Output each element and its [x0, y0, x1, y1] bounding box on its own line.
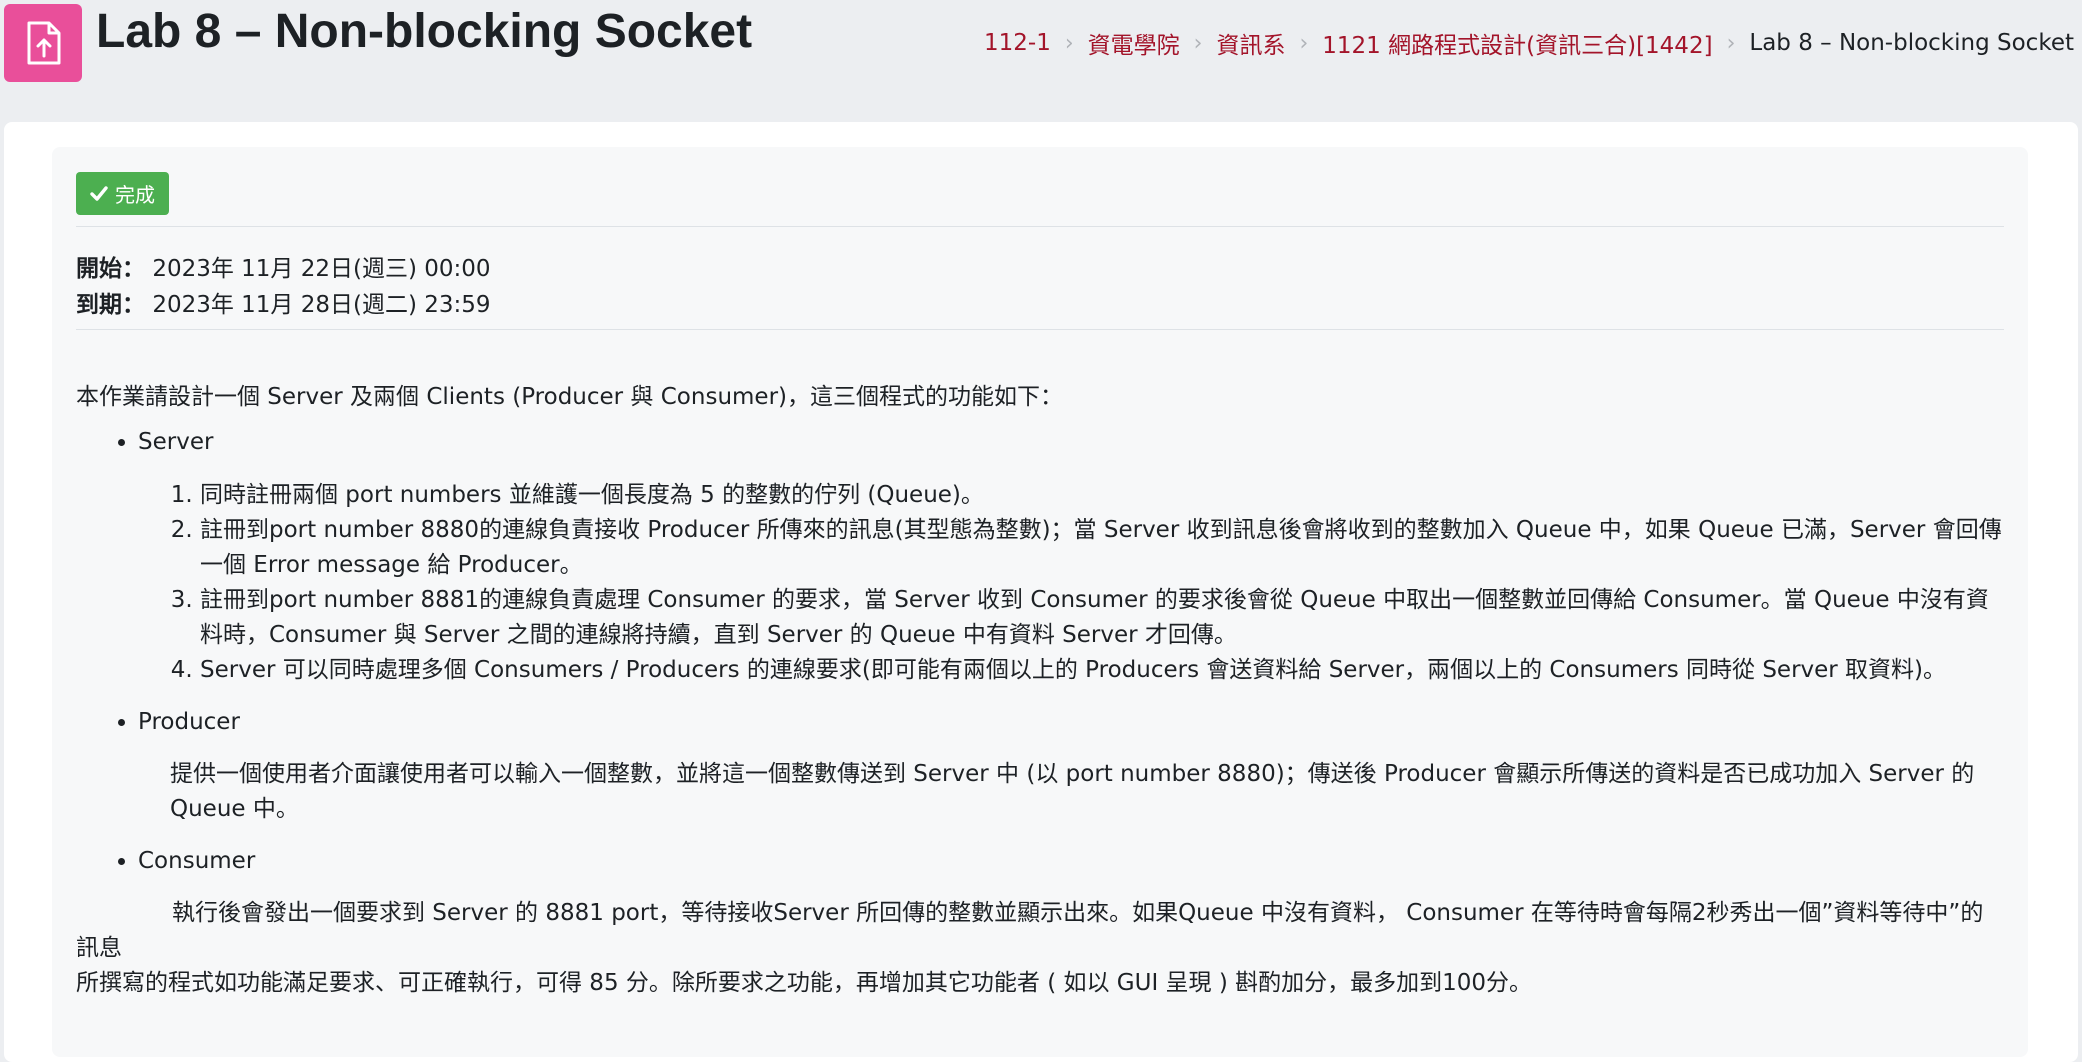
breadcrumb: 112-1 › 資電學院 › 資訊系 › 1121 網路程式設計(資訊三合)[1… — [984, 24, 2074, 62]
chevron-right-icon: › — [1299, 30, 1309, 56]
breadcrumb-item-current: Lab 8 – Non-blocking Socket — [1749, 30, 2074, 56]
component-list: Server 同時註冊兩個 port numbers 並維護一個長度為 5 的整… — [76, 425, 2004, 879]
page-title: Lab 8 – Non-blocking Socket — [96, 5, 753, 58]
completion-status-badge: 完成 — [76, 172, 169, 215]
chevron-right-icon: › — [1726, 30, 1736, 56]
divider — [76, 329, 2004, 330]
open-date-row: 開始： 2023年 11月 22日(週三) 00:00 — [76, 251, 2004, 287]
producer-text: 提供一個使用者介面讓使用者可以輸入一個整數，並將這一個整數傳送到 Server … — [170, 761, 1975, 822]
section-title-producer: Producer — [138, 709, 240, 735]
check-icon — [90, 186, 108, 201]
assignment-description: 本作業請設計一個 Server 及兩個 Clients (Producer 與 … — [76, 380, 2004, 1001]
intro-text: 本作業請設計一個 Server 及兩個 Clients (Producer 與 … — [76, 384, 1064, 410]
breadcrumb-item-semester[interactable]: 112-1 — [984, 30, 1051, 56]
grading-text: 所撰寫的程式如功能滿足要求、可正確執行，可得 85 分。除所要求之功能，再增加其… — [76, 970, 1533, 996]
breadcrumb-item-department[interactable]: 資訊系 — [1216, 26, 1285, 60]
list-item-producer: Producer 提供一個使用者介面讓使用者可以輸入一個整數，並將這一個整數傳送… — [138, 705, 2004, 827]
server-requirements-list: 同時註冊兩個 port numbers 並維護一個長度為 5 的整數的佇列 (Q… — [138, 478, 2004, 688]
assignment-upload-icon — [4, 4, 82, 82]
due-date-label: 到期： — [76, 292, 145, 318]
breadcrumb-item-college[interactable]: 資電學院 — [1088, 26, 1180, 60]
activity-intro: 完成 開始： 2023年 11月 22日(週三) 00:00 到期： 2023年… — [52, 147, 2028, 1057]
open-date-value: 2023年 11月 22日(週三) 00:00 — [152, 256, 491, 282]
breadcrumb-item-course[interactable]: 1121 網路程式設計(資訊三合)[1442] — [1322, 26, 1712, 60]
completion-row: 完成 — [76, 172, 2004, 226]
open-date-label: 開始： — [76, 256, 145, 282]
list-item: Server 可以同時處理多個 Consumers / Producers 的連… — [200, 653, 2004, 688]
page-header: Lab 8 – Non-blocking Socket 112-1 › 資電學院… — [0, 0, 2082, 118]
activity-dates: 開始： 2023年 11月 22日(週三) 00:00 到期： 2023年 11… — [76, 227, 2004, 329]
section-title-consumer: Consumer — [138, 848, 256, 874]
list-item: 同時註冊兩個 port numbers 並維護一個長度為 5 的整數的佇列 (Q… — [200, 478, 2004, 513]
list-item-server: Server 同時註冊兩個 port numbers 並維護一個長度為 5 的整… — [138, 425, 2004, 688]
list-item: 註冊到port number 8881的連線負責處理 Consumer 的要求，… — [200, 583, 2004, 653]
chevron-right-icon: › — [1193, 30, 1203, 56]
due-date-value: 2023年 11月 28日(週二) 23:59 — [152, 292, 491, 318]
consumer-text: 執行後會發出一個要求到 Server 的 8881 port，等待接收Serve… — [76, 900, 1984, 961]
due-date-row: 到期： 2023年 11月 28日(週二) 23:59 — [76, 287, 2004, 323]
section-title-server: Server — [138, 429, 214, 455]
chevron-right-icon: › — [1064, 30, 1074, 56]
list-item-consumer: Consumer — [138, 844, 2004, 879]
main-content: 完成 開始： 2023年 11月 22日(週三) 00:00 到期： 2023年… — [4, 122, 2078, 1062]
completion-status-label: 完成 — [115, 183, 155, 207]
list-item: 註冊到port number 8880的連線負責接收 Producer 所傳來的… — [200, 513, 2004, 583]
